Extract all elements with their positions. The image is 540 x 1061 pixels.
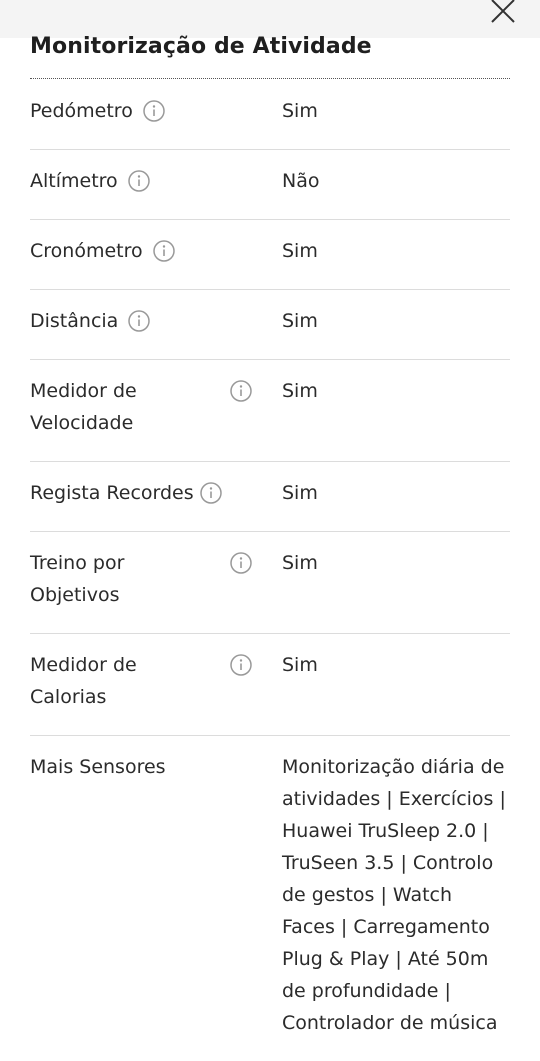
spec-value: Monitorização diária de atividades | Exe…	[282, 756, 506, 1034]
spec-value: Sim	[282, 310, 318, 332]
spec-value: Sim	[282, 240, 318, 262]
close-x-icon	[491, 0, 515, 23]
title-divider	[30, 78, 510, 79]
spec-row-cronometro: Cronómetro Sim	[30, 220, 510, 290]
info-icon[interactable]	[128, 310, 151, 332]
spec-row-mais-sensores: Mais Sensores Monitorização diária de at…	[30, 736, 510, 1061]
info-icon[interactable]	[230, 380, 252, 402]
spec-value: Sim	[282, 100, 318, 122]
spec-row-regista-recordes: Regista Recordes Sim	[30, 462, 510, 532]
spec-table: Pedómetro Sim Altímetro Não Cronómetro S…	[30, 80, 510, 1061]
info-icon[interactable]	[152, 240, 175, 262]
spec-label: Pedómetro	[30, 100, 133, 122]
dialog-header-bar	[0, 0, 540, 38]
spec-value: Sim	[282, 380, 318, 402]
spec-row-pedometro: Pedómetro Sim	[30, 80, 510, 150]
spec-value: Sim	[282, 654, 318, 676]
spec-label: Mais Sensores	[30, 756, 166, 778]
info-icon[interactable]	[199, 482, 222, 504]
spec-label: Treino por Objetivos	[30, 552, 125, 606]
spec-label: Medidor de Calorias	[30, 654, 137, 708]
spec-row-medidor-velocidade: Medidor de Velocidade Sim	[30, 360, 510, 462]
spec-value: Sim	[282, 552, 318, 574]
spec-label: Cronómetro	[30, 240, 143, 262]
spec-row-medidor-calorias: Medidor de Calorias Sim	[30, 634, 510, 736]
spec-label: Regista Recordes	[30, 482, 194, 504]
info-icon[interactable]	[143, 100, 165, 122]
spec-label: Altímetro	[30, 170, 118, 192]
info-icon[interactable]	[230, 654, 252, 676]
spec-row-treino-objetivos: Treino por Objetivos Sim	[30, 532, 510, 634]
spec-row-distancia: Distância Sim	[30, 290, 510, 360]
spec-label: Medidor de Velocidade	[30, 380, 137, 434]
section-title: Monitorização de Atividade	[30, 34, 372, 59]
spec-label: Distância	[30, 310, 119, 332]
close-button[interactable]	[488, 0, 518, 28]
spec-value: Sim	[282, 482, 318, 504]
info-icon[interactable]	[230, 552, 252, 574]
spec-row-altimetro: Altímetro Não	[30, 150, 510, 220]
info-icon[interactable]	[127, 170, 150, 192]
spec-value: Não	[282, 170, 320, 192]
